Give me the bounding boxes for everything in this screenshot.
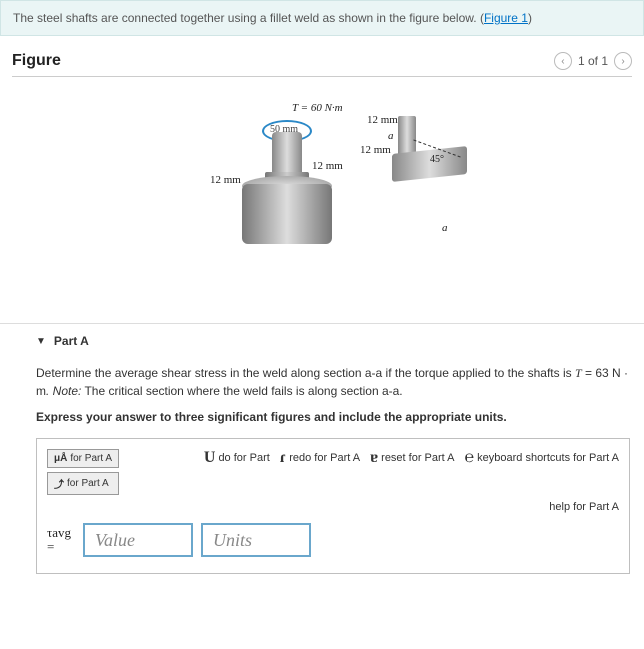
angle-label: 45° <box>430 154 444 165</box>
pager-prev-button[interactable]: ‹ <box>554 52 572 70</box>
tool-icon-1: μÅ <box>54 453 67 464</box>
intro-text-after: ) <box>528 11 532 25</box>
help-label: help for Part A <box>549 501 619 513</box>
part-a-header: ▼ Part A <box>36 334 630 348</box>
part-a-title: Part A <box>54 334 89 348</box>
q-T-eq: = 63 <box>582 366 612 380</box>
pager-text: 1 of 1 <box>578 54 608 68</box>
keyboard-icon: ℮ <box>465 449 475 467</box>
redo-label: redo for Part A <box>289 452 360 464</box>
answer-input-row: τavg = Value Units <box>47 523 619 557</box>
section-a-bottom: a <box>442 222 448 234</box>
collapse-caret-icon[interactable]: ▼ <box>36 336 46 347</box>
figure-header: Figure ‹ 1 of 1 › <box>12 52 632 77</box>
diagram: T = 60 N·m 50 mm 12 mm 12 mm 12 mm 12 mm… <box>162 102 482 282</box>
dim-12mm-right: 12 mm <box>312 160 343 172</box>
tau-symbol: τavg = <box>47 526 75 555</box>
reset-button[interactable]: ɐ reset for Part A <box>370 449 454 467</box>
redo-icon: ɾ <box>280 449 286 467</box>
q-before: Determine the average shear stress in th… <box>36 366 575 380</box>
tool-icon-2: ⤴ <box>54 476 64 491</box>
figure-title: Figure <box>12 52 61 70</box>
reset-label: reset for Part A <box>381 452 454 464</box>
tau-top: τavg <box>47 526 71 540</box>
toolbar-row: μÅ for Part A ⤴ for Part A U do for Part… <box>47 449 619 495</box>
units-input[interactable]: Units <box>201 523 311 557</box>
tau-eq: = <box>47 540 54 554</box>
dim-12mm-side-bottom: 12 mm <box>360 144 391 156</box>
help-row: help for Part A <box>47 501 619 513</box>
instruction-text: Express your answer to three significant… <box>36 408 630 426</box>
answer-box: μÅ for Part A ⤴ for Part A U do for Part… <box>36 438 630 574</box>
figure-pager: ‹ 1 of 1 › <box>554 52 632 70</box>
value-input[interactable]: Value <box>83 523 193 557</box>
tool-label-2: for Part A <box>67 478 109 489</box>
right-tools: U do for Part ɾ redo for Part A ɐ reset … <box>204 449 619 467</box>
base-cylinder <box>242 184 332 244</box>
q-after: The critical section where the weld fail… <box>81 384 402 398</box>
figure-body: T = 60 N·m 50 mm 12 mm 12 mm 12 mm 12 mm… <box>12 77 632 307</box>
undo-button[interactable]: U do for Part <box>204 449 270 467</box>
q-T-symbol: T <box>575 366 582 380</box>
part-a-section: ▼ Part A Determine the average shear str… <box>0 323 644 594</box>
help-button[interactable]: help for Part A <box>549 501 619 513</box>
tool-button-1[interactable]: μÅ for Part A <box>47 449 119 468</box>
torque-label: T = 60 N·m <box>292 102 343 114</box>
q-note-label: . Note: <box>46 384 81 398</box>
figure-section: Figure ‹ 1 of 1 › T = 60 N·m 50 mm 12 mm… <box>0 36 644 317</box>
dim-12mm-left: 12 mm <box>210 174 241 186</box>
undo-label: do for Part <box>218 452 269 464</box>
problem-intro: The steel shafts are connected together … <box>0 0 644 36</box>
left-tools: μÅ for Part A ⤴ for Part A <box>47 449 119 495</box>
dim-12mm-side-top: 12 mm <box>367 114 398 126</box>
reset-icon: ɐ <box>370 449 378 467</box>
figure-link[interactable]: Figure 1 <box>484 11 528 25</box>
question-text: Determine the average shear stress in th… <box>36 364 630 400</box>
tool-label-1: for Part A <box>70 453 112 464</box>
tool-button-2[interactable]: ⤴ for Part A <box>47 472 119 495</box>
shaft-top <box>272 132 302 177</box>
section-a-top: a <box>388 130 394 142</box>
keyboard-button[interactable]: ℮ keyboard shortcuts for Part A <box>465 449 619 467</box>
side-shaft <box>398 116 416 156</box>
undo-icon: U <box>204 449 216 467</box>
keyboard-label: keyboard shortcuts for Part A <box>477 452 619 464</box>
pager-next-button[interactable]: › <box>614 52 632 70</box>
intro-text-before: The steel shafts are connected together … <box>13 11 484 25</box>
redo-button[interactable]: ɾ redo for Part A <box>280 449 360 467</box>
